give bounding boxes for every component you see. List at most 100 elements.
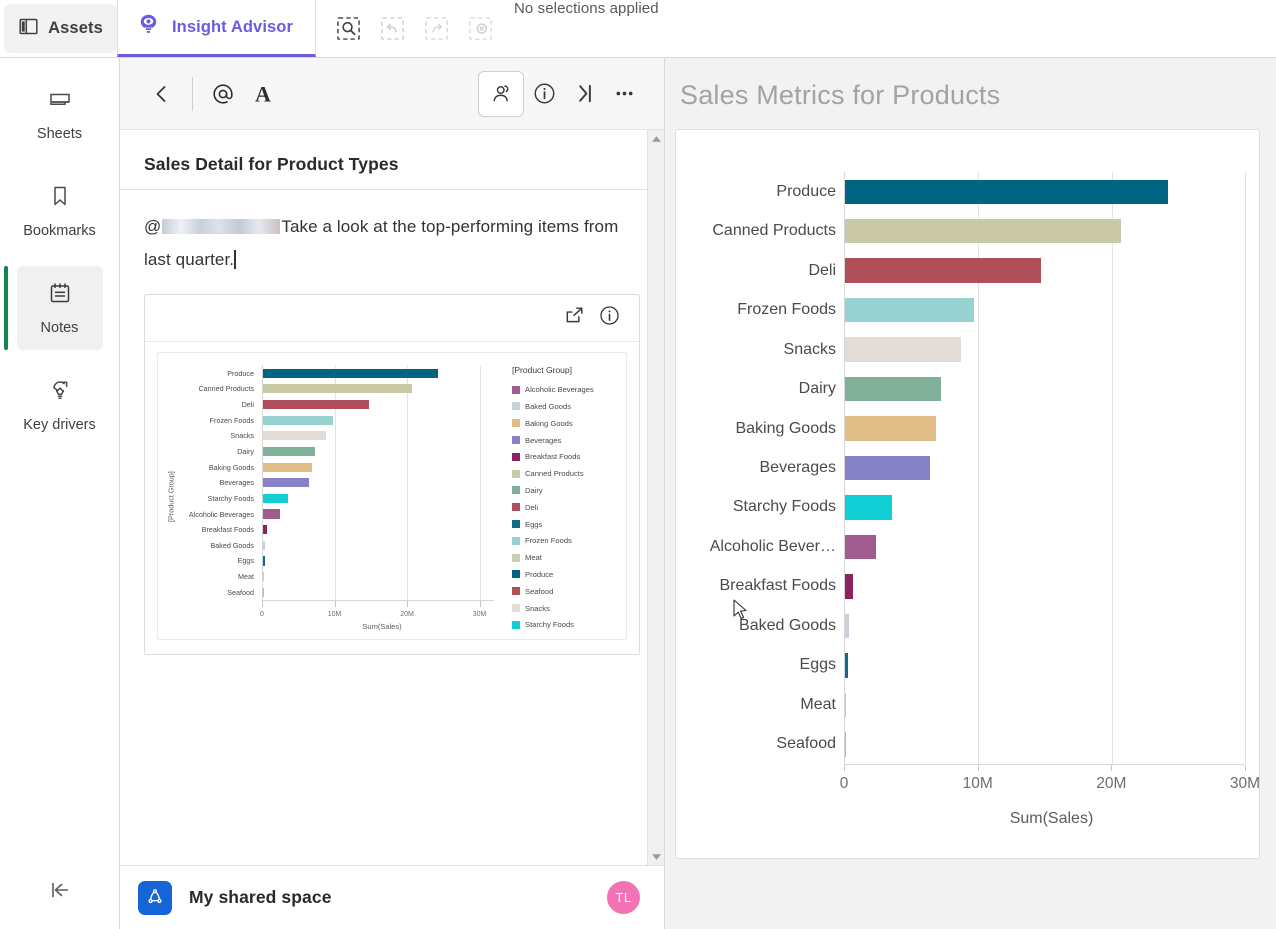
bar-row[interactable] <box>845 330 1245 369</box>
sidebar-item-notes[interactable]: Notes <box>3 266 103 350</box>
bar-row[interactable] <box>845 369 1245 408</box>
legend-item[interactable]: Produce <box>512 566 620 583</box>
bar[interactable] <box>845 613 850 639</box>
legend-item[interactable]: Alcoholic Beverages <box>512 381 620 398</box>
bar-row[interactable] <box>845 527 1245 566</box>
bar-row[interactable] <box>845 448 1245 487</box>
bar-row[interactable] <box>263 475 494 491</box>
bar[interactable] <box>845 692 847 718</box>
y-axis-tick-label[interactable]: Baked Goods <box>178 538 262 554</box>
bar[interactable] <box>263 572 264 582</box>
y-axis-tick-label[interactable]: Seafood <box>676 725 844 764</box>
legend-item[interactable]: Seafood <box>512 583 620 600</box>
sidebar-item-sheets[interactable]: Sheets <box>17 72 103 156</box>
info-button[interactable] <box>524 74 564 114</box>
legend-item[interactable]: Breakfast Foods <box>512 448 620 465</box>
y-axis-tick-label[interactable]: Meat <box>178 569 262 585</box>
collapse-left-icon[interactable] <box>0 879 120 901</box>
bar-row[interactable] <box>845 646 1245 685</box>
note-body[interactable]: @ Take a look at the top-performing items… <box>120 190 664 276</box>
legend-item[interactable]: Snacks <box>512 600 620 617</box>
y-axis-tick-label[interactable]: Beverages <box>178 475 262 491</box>
bar[interactable] <box>263 399 370 409</box>
bar[interactable] <box>845 416 936 441</box>
y-axis-tick-label[interactable]: Seafood <box>178 584 262 600</box>
main-chart-card[interactable]: Produce Canned Products Deli Frozen Foods Sn… <box>675 129 1260 859</box>
back-button[interactable] <box>142 74 182 114</box>
y-axis-tick-label[interactable]: Starchy Foods <box>178 491 262 507</box>
bar[interactable] <box>263 525 268 535</box>
legend-item[interactable]: Dairy <box>512 482 620 499</box>
legend-item[interactable]: Frozen Foods <box>512 532 620 549</box>
y-axis-tick-label[interactable]: Deli <box>676 251 844 290</box>
info-circle-icon[interactable] <box>598 304 621 332</box>
bar[interactable] <box>845 653 849 678</box>
y-axis-tick-label[interactable]: Produce <box>676 172 844 211</box>
bar[interactable] <box>263 587 264 597</box>
note-embedded-bar-chart[interactable]: [Product Group] Produce Canned Products Del… <box>157 352 627 641</box>
collapse-panel-button[interactable] <box>564 74 604 114</box>
y-axis-tick-label[interactable]: Produce <box>178 365 262 381</box>
bar[interactable] <box>845 732 846 757</box>
y-axis-tick-label[interactable]: Meat <box>676 685 844 724</box>
legend-item[interactable]: Baking Goods <box>512 415 620 432</box>
selection-search-icon[interactable] <box>330 10 368 48</box>
bar[interactable] <box>263 540 266 550</box>
scroll-down-arrow-icon[interactable] <box>648 848 664 865</box>
bar-row[interactable] <box>845 290 1245 329</box>
y-axis-tick-label[interactable]: Baking Goods <box>676 409 844 448</box>
y-axis-tick-label[interactable]: Snacks <box>676 330 844 369</box>
bar-row[interactable] <box>263 584 494 600</box>
bar[interactable] <box>845 179 1168 204</box>
legend-item[interactable]: Baked Goods <box>512 398 620 415</box>
y-axis-tick-label[interactable]: Frozen Foods <box>178 412 262 428</box>
bar[interactable] <box>263 384 413 394</box>
step-forward-icon[interactable] <box>418 10 456 48</box>
avatar[interactable]: TL <box>607 881 640 914</box>
y-axis-tick-label[interactable]: Breakfast Foods <box>178 522 262 538</box>
y-axis-tick-label[interactable]: Starchy Foods <box>676 488 844 527</box>
bar[interactable] <box>263 478 310 488</box>
bar-row[interactable] <box>263 444 494 460</box>
bar[interactable] <box>845 574 853 599</box>
y-axis-tick-label[interactable]: Beverages <box>676 448 844 487</box>
bar[interactable] <box>263 415 334 425</box>
bar[interactable] <box>263 509 280 519</box>
tab-insight-advisor[interactable]: Insight Advisor <box>117 0 316 57</box>
bar-row[interactable] <box>263 459 494 475</box>
bar-row[interactable] <box>263 506 494 522</box>
more-options-button[interactable] <box>604 74 644 114</box>
y-axis-tick-label[interactable]: Snacks <box>178 428 262 444</box>
legend-item[interactable]: Beverages <box>512 432 620 449</box>
bar[interactable] <box>845 297 975 323</box>
bar-row[interactable] <box>263 491 494 507</box>
y-axis-tick-label[interactable]: Deli <box>178 397 262 413</box>
bar-row[interactable] <box>845 251 1245 290</box>
bar-row[interactable] <box>263 538 494 554</box>
y-axis-tick-label[interactable]: Eggs <box>676 646 844 685</box>
bar-row[interactable] <box>263 569 494 585</box>
assets-button[interactable]: Assets <box>4 4 117 53</box>
bar-row[interactable] <box>263 397 494 413</box>
bar[interactable] <box>845 495 892 520</box>
sidebar-item-key-drivers[interactable]: Key drivers <box>17 363 103 447</box>
bar-row[interactable] <box>845 211 1245 250</box>
bar-row[interactable] <box>845 488 1245 527</box>
bar-row[interactable] <box>263 365 494 381</box>
bar-row[interactable] <box>845 685 1245 724</box>
share-export-icon[interactable] <box>563 304 586 332</box>
bar[interactable] <box>845 337 961 362</box>
bar-row[interactable] <box>263 412 494 428</box>
bar-row[interactable] <box>845 567 1245 606</box>
bar[interactable] <box>845 218 1121 244</box>
legend-item[interactable]: Starchy Foods <box>512 616 620 633</box>
y-axis-tick-label[interactable]: Breakfast Foods <box>676 567 844 606</box>
y-axis-tick-label[interactable]: Canned Products <box>676 211 844 250</box>
bar[interactable] <box>845 534 876 560</box>
y-axis-tick-label[interactable]: Baked Goods <box>676 606 844 645</box>
bar[interactable] <box>263 368 438 378</box>
scroll-up-arrow-icon[interactable] <box>648 130 664 147</box>
y-axis-tick-label[interactable]: Eggs <box>178 553 262 569</box>
bar-row[interactable] <box>845 606 1245 645</box>
bar[interactable] <box>263 446 315 456</box>
